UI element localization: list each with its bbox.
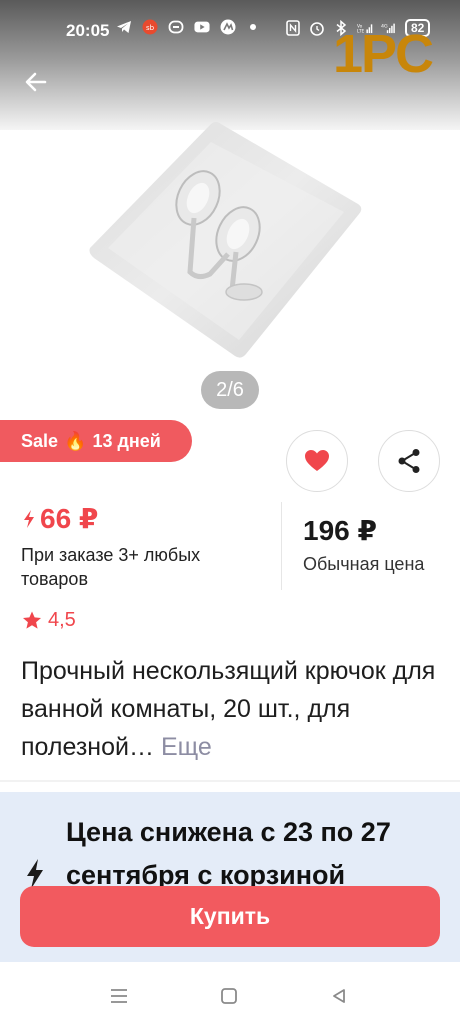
product-title-block: Прочный нескользящий крючок для ванной к…	[21, 652, 441, 766]
home-button[interactable]	[217, 984, 241, 1008]
triangle-back-icon	[333, 989, 345, 1003]
regular-price-label: Обычная цена	[303, 554, 425, 574]
back-button[interactable]	[16, 62, 56, 102]
fire-icon: 🔥	[64, 430, 87, 451]
sale-badge: Sale 🔥 13 дней	[0, 420, 192, 462]
nav-back-button[interactable]	[327, 984, 351, 1008]
menu-icon	[111, 989, 127, 1003]
alarm-icon	[309, 20, 325, 36]
sale-label: Sale	[21, 430, 59, 451]
lightning-icon	[24, 509, 34, 528]
square-icon	[221, 988, 237, 1004]
notification-icons: sb	[116, 19, 256, 35]
promo-price: 66 ₽	[22, 502, 98, 535]
share-icon	[398, 449, 420, 473]
promo-panel-text: Цена снижена с 23 по 27 сентября с корзи…	[66, 817, 391, 890]
rating[interactable]: 4,5	[22, 609, 76, 632]
image-pager: 2/6	[201, 371, 259, 409]
recent-apps-button[interactable]	[107, 984, 131, 1008]
rating-value: 4,5	[48, 609, 76, 631]
app-badge-icon: sb	[142, 19, 158, 35]
favorite-button[interactable]	[286, 430, 348, 492]
sale-days: 13 дней	[92, 430, 161, 451]
message-icon	[168, 19, 184, 35]
watermark-1pc: 1PC	[333, 24, 434, 84]
promo-price-note: При заказе 3+ любых товаров	[21, 545, 201, 589]
adhesive-hook-image	[89, 122, 362, 358]
youtube-icon	[194, 19, 210, 35]
product-title: Прочный нескользящий крючок для ванной к…	[21, 657, 436, 761]
product-image[interactable]	[86, 122, 376, 362]
star-icon	[23, 611, 41, 629]
more-notifications-dot	[250, 24, 256, 30]
section-separator	[0, 780, 460, 782]
regular-price: 196 ₽	[303, 515, 377, 546]
app-circle-icon	[220, 19, 236, 35]
status-time: 20:05	[66, 21, 110, 40]
price-divider	[281, 502, 282, 590]
more-link[interactable]: Еще	[161, 733, 212, 761]
arrow-left-icon	[25, 72, 47, 92]
system-nav-bar	[0, 962, 460, 1024]
buy-button[interactable]: Купить	[20, 886, 440, 947]
share-button[interactable]	[378, 430, 440, 492]
heart-icon	[305, 450, 329, 471]
promo-price-value: 66 ₽	[40, 503, 99, 534]
nfc-icon	[285, 20, 301, 36]
svg-text:sb: sb	[146, 24, 155, 32]
telegram-icon	[116, 19, 132, 35]
